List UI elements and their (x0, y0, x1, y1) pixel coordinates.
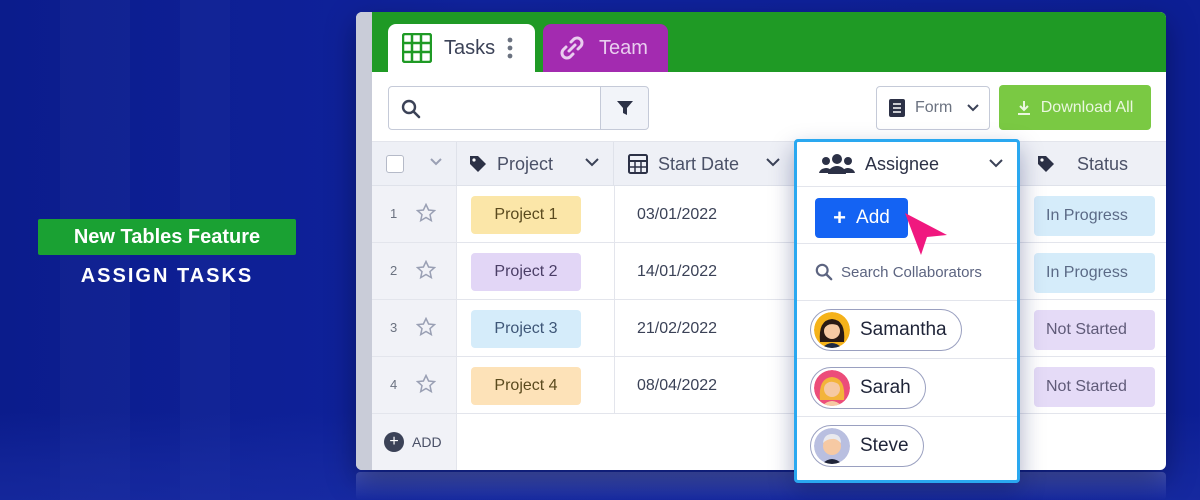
chevron-down-icon[interactable] (430, 158, 442, 166)
table-row[interactable]: 3 Project 3 21/02/2022 Not Started (372, 300, 1166, 357)
row-number: 1 (390, 206, 398, 221)
row-number: 4 (390, 377, 398, 392)
star-icon[interactable] (416, 260, 436, 280)
toolbar: Form Download All (372, 72, 1166, 142)
add-assignee-button[interactable]: + Add (815, 198, 908, 238)
chevron-down-icon (585, 158, 599, 167)
select-all-cell (372, 142, 457, 186)
collaborator-item[interactable]: Samantha (797, 301, 1017, 359)
tab-tasks-label: Tasks (444, 36, 496, 59)
select-all-checkbox[interactable] (386, 155, 404, 173)
filter-button[interactable] (600, 86, 649, 130)
filter-icon (616, 101, 633, 115)
tab-tasks[interactable]: Tasks (388, 24, 535, 72)
table-row[interactable]: 2 Project 2 14/01/2022 In Progress (372, 243, 1166, 300)
promo-badge: New Tables Feature (38, 219, 296, 255)
avatar (814, 370, 850, 406)
add-assignee-label: Add (856, 207, 890, 228)
search-input[interactable] (433, 95, 593, 123)
start-date: 08/04/2022 (637, 377, 718, 394)
plus-icon: + (833, 205, 847, 230)
status-badge[interactable]: In Progress (1034, 253, 1155, 293)
download-all-button[interactable]: Download All (999, 85, 1151, 130)
collaborator-chip[interactable]: Sarah (810, 367, 926, 409)
calendar-grid-icon (628, 154, 648, 174)
form-doc-icon (889, 99, 905, 117)
column-header-start-date[interactable]: Start Date (614, 142, 795, 186)
search-icon (815, 263, 833, 281)
assignee-dropdown[interactable]: Assignee + Add Search Collaborators Sama… (794, 139, 1020, 483)
column-header-assignee[interactable]: Assignee (797, 142, 1017, 187)
left-strip (356, 12, 372, 470)
tab-team-label: Team (599, 36, 648, 59)
collaborator-search[interactable]: Search Collaborators (797, 244, 1017, 301)
table-row[interactable]: 4 Project 4 08/04/2022 Not Started (372, 357, 1166, 414)
project-tag[interactable]: Project 3 (471, 310, 581, 348)
promo-block: New Tables Feature ASSIGN TASKS (38, 219, 296, 288)
header-row: Project Start Date Status (372, 142, 1166, 186)
tab-team[interactable]: Team (543, 24, 668, 72)
status-badge[interactable]: Not Started (1034, 367, 1155, 407)
table-icon (402, 33, 432, 63)
column-header-status[interactable]: Status (1021, 142, 1166, 186)
column-label-assignee: Assignee (865, 153, 940, 174)
column-label-status: Status (1077, 153, 1129, 174)
download-icon (1017, 100, 1030, 115)
chevron-down-icon (766, 158, 780, 167)
status-badge[interactable]: Not Started (1034, 310, 1155, 350)
row-number: 2 (390, 263, 398, 278)
view-select-label: Form (915, 99, 953, 116)
link-icon (560, 36, 584, 60)
tag-icon (1038, 156, 1054, 172)
row-number: 3 (390, 320, 398, 335)
project-tag[interactable]: Project 4 (471, 367, 581, 405)
more-vertical-icon[interactable] (507, 36, 513, 60)
app-window: Tasks Team Form Download All Project Sta… (356, 12, 1166, 470)
collaborator-search-placeholder: Search Collaborators (841, 263, 982, 281)
collaborator-name: Steve (860, 435, 909, 456)
add-row-button[interactable]: + ADD (372, 414, 457, 470)
collaborator-chip[interactable]: Samantha (810, 309, 962, 351)
avatar (814, 312, 850, 348)
collaborator-item[interactable]: Steve (797, 417, 1017, 475)
project-tag[interactable]: Project 2 (471, 253, 581, 291)
column-header-project[interactable]: Project (457, 142, 614, 186)
collaborator-item[interactable]: Sarah (797, 359, 1017, 417)
tab-bar: Tasks Team (372, 12, 1166, 72)
chevron-down-icon (967, 104, 979, 112)
plus-circle-icon: + (384, 432, 404, 452)
collaborator-name: Sarah (860, 377, 911, 398)
view-select[interactable]: Form (876, 86, 990, 130)
search-box[interactable] (388, 86, 601, 130)
chevron-down-icon (989, 159, 1003, 168)
status-badge[interactable]: In Progress (1034, 196, 1155, 236)
users-icon (819, 154, 855, 174)
star-icon[interactable] (416, 374, 436, 394)
start-date: 21/02/2022 (637, 320, 718, 337)
avatar (814, 428, 850, 464)
start-date: 03/01/2022 (637, 206, 718, 223)
column-label-project: Project (497, 153, 554, 174)
project-tag[interactable]: Project 1 (471, 196, 581, 234)
download-all-label: Download All (1040, 98, 1134, 116)
app-reflection (356, 472, 1166, 500)
collaborator-name: Samantha (860, 319, 947, 340)
promo-subtitle: ASSIGN TASKS (80, 265, 254, 287)
collaborator-chip[interactable]: Steve (810, 425, 924, 467)
search-icon (401, 99, 421, 119)
add-row-label: ADD (412, 434, 442, 450)
start-date: 14/01/2022 (637, 263, 718, 280)
tag-icon (470, 156, 486, 172)
star-icon[interactable] (416, 317, 436, 337)
add-assignee-area: + Add (797, 187, 1017, 255)
table-row[interactable]: 1 Project 1 03/01/2022 In Progress (372, 186, 1166, 243)
data-grid: Project Start Date Status 1 Project 1 03… (372, 142, 1166, 470)
column-label-start-date: Start Date (658, 153, 740, 174)
star-icon[interactable] (416, 203, 436, 223)
